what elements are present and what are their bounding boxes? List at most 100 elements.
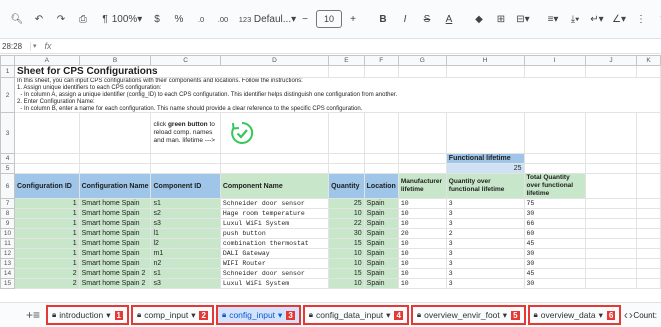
component-id-cell[interactable]: s3 — [150, 278, 221, 289]
font-size-input[interactable]: 10 — [316, 10, 342, 28]
reload-button-cell[interactable] — [219, 112, 330, 154]
select-all-corner[interactable] — [0, 55, 15, 66]
cell[interactable] — [636, 268, 661, 279]
borders-icon[interactable]: ⊞ — [490, 8, 512, 30]
rotate-icon[interactable]: ∠▾ — [608, 8, 630, 30]
location-cell[interactable]: Spain — [363, 268, 399, 279]
italic-button[interactable]: I — [394, 8, 416, 30]
cell[interactable] — [584, 208, 638, 219]
header-config-id[interactable]: Configuration ID — [14, 173, 80, 199]
row-header[interactable]: 10 — [0, 228, 15, 239]
component-id-cell[interactable]: n2 — [150, 258, 221, 269]
component-name-cell[interactable]: push button — [219, 228, 330, 239]
cell[interactable] — [523, 153, 586, 164]
v-align-icon[interactable]: ⤓▾ — [564, 8, 586, 30]
location-cell[interactable]: Spain — [363, 218, 399, 229]
config-name-cell[interactable]: Smart home Spain — [78, 228, 152, 239]
cell[interactable] — [14, 153, 80, 164]
column-header[interactable]: D — [219, 55, 330, 66]
cell[interactable] — [150, 163, 221, 174]
row-header[interactable]: 8 — [0, 208, 15, 219]
total-quantity-cell[interactable]: 30 — [523, 248, 586, 259]
location-cell[interactable]: Spain — [363, 208, 399, 219]
cell[interactable] — [584, 238, 638, 249]
font-select[interactable]: Defaul... ▾ — [254, 8, 296, 30]
location-cell[interactable]: Spain — [363, 278, 399, 289]
tab-overview-data[interactable]: 🔒︎ overview_data ▾ 6 — [527, 305, 622, 325]
quantity-over-lifetime-cell[interactable]: 3 — [445, 278, 525, 289]
config-id-cell[interactable]: 1 — [14, 198, 80, 209]
component-id-cell[interactable]: l2 — [150, 238, 221, 249]
all-sheets-icon[interactable]: ≡ — [33, 308, 40, 322]
decrease-decimal-button[interactable]: .0 — [190, 8, 212, 30]
quantity-over-lifetime-cell[interactable]: 2 — [445, 228, 525, 239]
component-id-cell[interactable]: l1 — [150, 228, 221, 239]
config-id-cell[interactable]: 1 — [14, 238, 80, 249]
cell[interactable] — [219, 163, 330, 174]
column-header[interactable]: A — [14, 55, 80, 66]
cell[interactable] — [363, 65, 399, 78]
location-cell[interactable]: Spain — [363, 258, 399, 269]
cell[interactable] — [636, 65, 661, 78]
cell[interactable] — [636, 238, 661, 249]
total-quantity-cell[interactable]: 45 — [523, 238, 586, 249]
cell[interactable] — [584, 173, 638, 199]
cell[interactable] — [397, 153, 447, 164]
component-name-cell[interactable]: Schneider door sensor — [219, 268, 330, 279]
cell[interactable] — [363, 153, 399, 164]
quantity-cell[interactable]: 10 — [328, 258, 365, 269]
add-sheet-icon[interactable]: + — [26, 308, 33, 322]
row-header[interactable]: 15 — [0, 278, 15, 289]
quantity-over-lifetime-cell[interactable]: 3 — [445, 218, 525, 229]
quantity-cell[interactable]: 22 — [328, 218, 365, 229]
header-quantity[interactable]: Quantity — [328, 173, 365, 199]
row-header[interactable]: 9 — [0, 218, 15, 229]
config-name-cell[interactable]: Smart home Spain — [78, 198, 152, 209]
zoom-select[interactable]: 100% ▾ — [112, 8, 143, 30]
tab-overview-envir-foot[interactable]: 🔒︎ overview_envir_foot ▾ 5 — [410, 305, 526, 325]
cell[interactable] — [584, 228, 638, 239]
config-id-cell[interactable]: 1 — [14, 228, 80, 239]
manufacturer-lifetime-cell[interactable]: 10 — [397, 238, 447, 249]
manufacturer-lifetime-cell[interactable]: 10 — [397, 268, 447, 279]
quantity-over-lifetime-cell[interactable]: 3 — [445, 208, 525, 219]
row-header[interactable]: 7 — [0, 198, 15, 209]
cell[interactable] — [636, 248, 661, 259]
row-header[interactable]: 5 — [0, 163, 15, 174]
cell[interactable] — [14, 163, 80, 174]
cell[interactable] — [397, 112, 447, 154]
quantity-cell[interactable]: 15 — [328, 238, 365, 249]
header-component-id[interactable]: Component ID — [150, 173, 221, 199]
wrap-icon[interactable]: ↵▾ — [586, 8, 608, 30]
strikethrough-button[interactable]: S — [416, 8, 438, 30]
total-quantity-cell[interactable]: 75 — [523, 198, 586, 209]
config-id-cell[interactable]: 1 — [14, 208, 80, 219]
chevron-down-icon[interactable]: ▾ — [278, 310, 282, 321]
quantity-cell[interactable]: 25 — [328, 198, 365, 209]
cell[interactable] — [636, 278, 661, 289]
more-icon[interactable]: ⋮ — [630, 8, 652, 30]
component-name-cell[interactable]: Hage room temperature — [219, 208, 330, 219]
cell[interactable] — [328, 153, 365, 164]
quantity-over-lifetime-cell[interactable]: 3 — [445, 268, 525, 279]
component-name-cell[interactable]: Luxul WiFi System — [219, 278, 330, 289]
tab-config-data-input[interactable]: 🔒︎ config_data_input ▾ 4 — [302, 305, 409, 325]
reload-icon[interactable] — [229, 120, 255, 146]
header-config-name[interactable]: Configuration Name — [78, 173, 152, 199]
component-name-cell[interactable]: WIFI Router — [219, 258, 330, 269]
component-id-cell[interactable]: m1 — [150, 248, 221, 259]
cell[interactable] — [78, 153, 152, 164]
chevron-down-icon[interactable]: ▾ — [599, 310, 603, 321]
quantity-cell[interactable]: 10 — [328, 278, 365, 289]
manufacturer-lifetime-cell[interactable]: 10 — [397, 208, 447, 219]
header-total-quantity[interactable]: Total Quantity over functional lifetime — [523, 173, 586, 199]
quantity-cell[interactable]: 10 — [328, 248, 365, 259]
cell[interactable] — [636, 163, 661, 174]
column-header[interactable]: K — [636, 55, 661, 66]
header-quantity-over-lifetime[interactable]: Quantity over functional lifetime — [445, 173, 525, 199]
location-cell[interactable]: Spain — [363, 238, 399, 249]
cell[interactable] — [636, 153, 661, 164]
tab-comp-input[interactable]: 🔒︎ comp_input ▾ 2 — [130, 305, 214, 325]
tab-config-input[interactable]: 🔒︎ config_input ▾ 3 — [215, 305, 301, 325]
config-name-cell[interactable]: Smart home Spain — [78, 238, 152, 249]
